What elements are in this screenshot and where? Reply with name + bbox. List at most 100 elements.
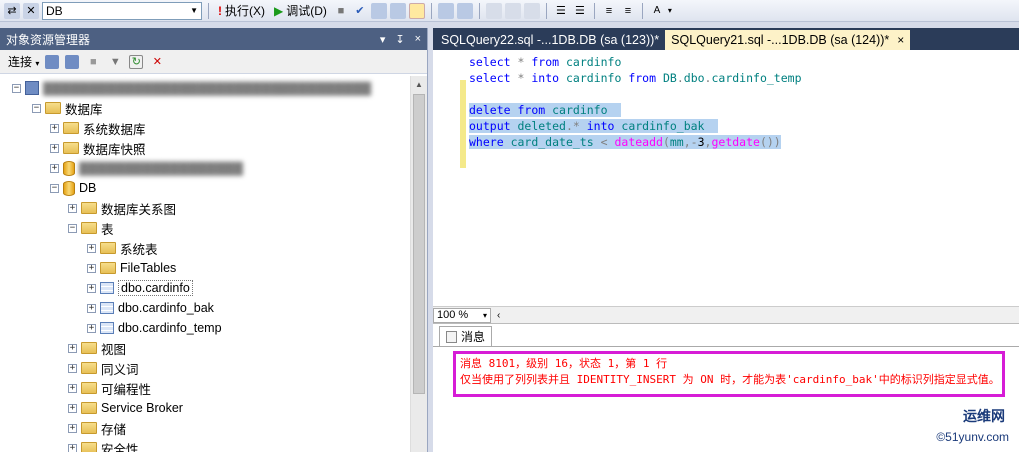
- expand-icon[interactable]: +: [68, 443, 77, 452]
- scrollbar-thumb[interactable]: [413, 94, 425, 394]
- database-select[interactable]: DB ▼: [42, 1, 202, 20]
- tree-node-databases[interactable]: − 数据库: [32, 98, 103, 118]
- tree-node-label: 表: [101, 222, 114, 237]
- tree-node-database-redacted[interactable]: + ▓▓▓▓▓▓▓▓▓▓▓▓▓▓▓▓▓▓: [50, 158, 243, 178]
- tree-node-server[interactable]: − ▓▓▓▓▓▓▓▓▓▓▓▓▓▓▓▓▓▓▓▓▓▓▓▓▓▓▓▓▓▓▓▓▓▓▓▓: [12, 78, 371, 98]
- tree-node-cardinfo-bak[interactable]: + dbo.cardinfo_bak: [87, 298, 214, 318]
- database-name-redacted: ▓▓▓▓▓▓▓▓▓▓▓▓▓▓▓▓▓▓: [79, 161, 244, 175]
- folder-icon: [81, 422, 97, 434]
- include-plan-icon[interactable]: [389, 2, 406, 19]
- tree-node-label: 数据库: [65, 102, 103, 117]
- expand-icon[interactable]: +: [68, 203, 77, 213]
- database-icon: [63, 180, 75, 196]
- tab-messages[interactable]: 消息: [439, 326, 493, 346]
- tree-node-label: dbo.cardinfo_temp: [118, 321, 222, 335]
- filter-icon[interactable]: ▼: [107, 54, 123, 70]
- tree-node-service-broker[interactable]: + Service Broker: [68, 398, 183, 418]
- disconnect-server-icon[interactable]: [65, 54, 80, 69]
- tree-node-filetables[interactable]: + FileTables: [87, 258, 176, 278]
- expand-icon[interactable]: +: [87, 323, 96, 333]
- tree-node-label: 数据库关系图: [101, 202, 177, 217]
- tree-node-db[interactable]: − DB: [50, 178, 96, 198]
- play-icon: ▶: [274, 3, 284, 18]
- scroll-left-icon[interactable]: ‹: [497, 310, 500, 321]
- results-to-icon[interactable]: [370, 2, 387, 19]
- expand-icon[interactable]: +: [50, 123, 59, 133]
- pin-icon[interactable]: ↧: [395, 33, 404, 46]
- toolbar: ⇄ ✕ DB ▼ ! 执行(X) ▶ 调试(D) ■ ✔ ☰ ☰ ≡ ≡ A ▾: [0, 0, 1019, 22]
- outdent-icon[interactable]: ≡: [620, 3, 636, 19]
- tree-node-cardinfo[interactable]: + dbo.cardinfo: [87, 278, 193, 298]
- toolbar-overflow-icon[interactable]: ▾: [668, 6, 672, 15]
- expand-icon[interactable]: +: [68, 363, 77, 373]
- tree-node-diagrams[interactable]: + 数据库关系图: [68, 198, 176, 218]
- expand-icon[interactable]: +: [87, 283, 96, 293]
- expand-icon[interactable]: +: [87, 303, 96, 313]
- indent-icon[interactable]: ≡: [601, 3, 617, 19]
- tree-node-cardinfo-temp[interactable]: + dbo.cardinfo_temp: [87, 318, 222, 338]
- tab-sqlquery22[interactable]: SQLQuery22.sql -...1DB.DB (sa (123))*: [435, 30, 665, 50]
- expand-icon[interactable]: +: [87, 263, 96, 273]
- code-line: where card_date_ts < dateadd(mm,-3,getda…: [469, 135, 781, 149]
- sql-editor[interactable]: select * from cardinfo select * into car…: [433, 50, 1019, 306]
- collapse-icon[interactable]: −: [68, 223, 77, 233]
- stop-icon[interactable]: ■: [85, 54, 101, 70]
- tree-node-storage[interactable]: + 存储: [68, 418, 126, 438]
- tree-node-programmability[interactable]: + 可编程性: [68, 378, 151, 398]
- panel-menu-icon[interactable]: ▾: [380, 33, 386, 46]
- parse-check-icon[interactable]: ✔: [352, 3, 368, 19]
- collapse-icon[interactable]: −: [50, 183, 59, 193]
- tree-node-label: dbo.cardinfo_bak: [118, 301, 214, 315]
- comment-icon[interactable]: ☰: [553, 3, 569, 19]
- expand-icon[interactable]: +: [50, 163, 59, 173]
- scroll-up-icon[interactable]: ▲: [411, 76, 427, 93]
- uncomment-icon[interactable]: ☰: [572, 3, 588, 19]
- collapse-icon[interactable]: −: [12, 83, 21, 93]
- stop-icon[interactable]: ■: [333, 3, 349, 19]
- toolbar-separator: [430, 2, 432, 19]
- tree-node-label: DB: [79, 181, 97, 195]
- tree-node-system-tables[interactable]: + 系统表: [87, 238, 158, 258]
- toolbar-separator: [641, 2, 643, 19]
- folder-icon: [100, 262, 116, 274]
- tree-node-security[interactable]: + 安全性: [68, 438, 139, 452]
- execute-button[interactable]: ! 执行(X): [215, 2, 268, 19]
- collapse-icon[interactable]: −: [32, 103, 41, 113]
- table-icon: [100, 282, 114, 294]
- expand-icon[interactable]: +: [68, 383, 77, 393]
- disconnect-icon[interactable]: ✕: [23, 2, 39, 19]
- folder-icon: [63, 122, 79, 134]
- debug-button[interactable]: ▶ 调试(D): [271, 2, 330, 19]
- tree-node-views[interactable]: + 视图: [68, 338, 126, 358]
- object-explorer-panel: 对象资源管理器 ▾ ↧ × 连接 ▾ ■ ▼ ↻ ✕ − ▓▓▓▓▓▓▓▓▓▓▓…: [0, 28, 428, 452]
- expand-icon[interactable]: +: [68, 403, 77, 413]
- connect-icon[interactable]: ⇄: [4, 2, 20, 19]
- connect-button[interactable]: 连接 ▾: [8, 53, 39, 70]
- vertical-scrollbar[interactable]: ▲: [410, 76, 427, 452]
- close-icon[interactable]: ×: [897, 33, 904, 47]
- results-grid-icon[interactable]: [504, 2, 521, 19]
- results-file-icon[interactable]: [523, 2, 540, 19]
- expand-icon[interactable]: +: [87, 243, 96, 253]
- tree-node-tables[interactable]: − 表: [68, 218, 114, 238]
- results-text-icon[interactable]: [485, 2, 502, 19]
- connect-server-icon[interactable]: [45, 54, 60, 69]
- close-icon[interactable]: ×: [415, 33, 421, 46]
- tree-node-synonyms[interactable]: + 同义词: [68, 358, 139, 378]
- zoom-select[interactable]: 100 % ▾: [433, 307, 491, 323]
- expand-icon[interactable]: +: [68, 423, 77, 433]
- refresh-icon[interactable]: ↻: [129, 54, 144, 69]
- plan-icon[interactable]: [456, 2, 473, 19]
- results-divider: [433, 346, 1019, 347]
- tree-node-system-databases[interactable]: + 系统数据库: [50, 118, 146, 138]
- filter-clear-icon[interactable]: ✕: [149, 54, 165, 70]
- query-options-icon[interactable]: [437, 2, 454, 19]
- tab-sqlquery21[interactable]: SQLQuery21.sql -...1DB.DB (sa (124))* ×: [665, 30, 911, 50]
- tree-node-database-snapshots[interactable]: + 数据库快照: [50, 138, 146, 158]
- folder-icon: [81, 442, 97, 452]
- grid-icon[interactable]: [408, 2, 425, 19]
- specify-values-icon[interactable]: A: [649, 3, 665, 19]
- expand-icon[interactable]: +: [68, 343, 77, 353]
- expand-icon[interactable]: +: [50, 143, 59, 153]
- folder-icon: [81, 362, 97, 374]
